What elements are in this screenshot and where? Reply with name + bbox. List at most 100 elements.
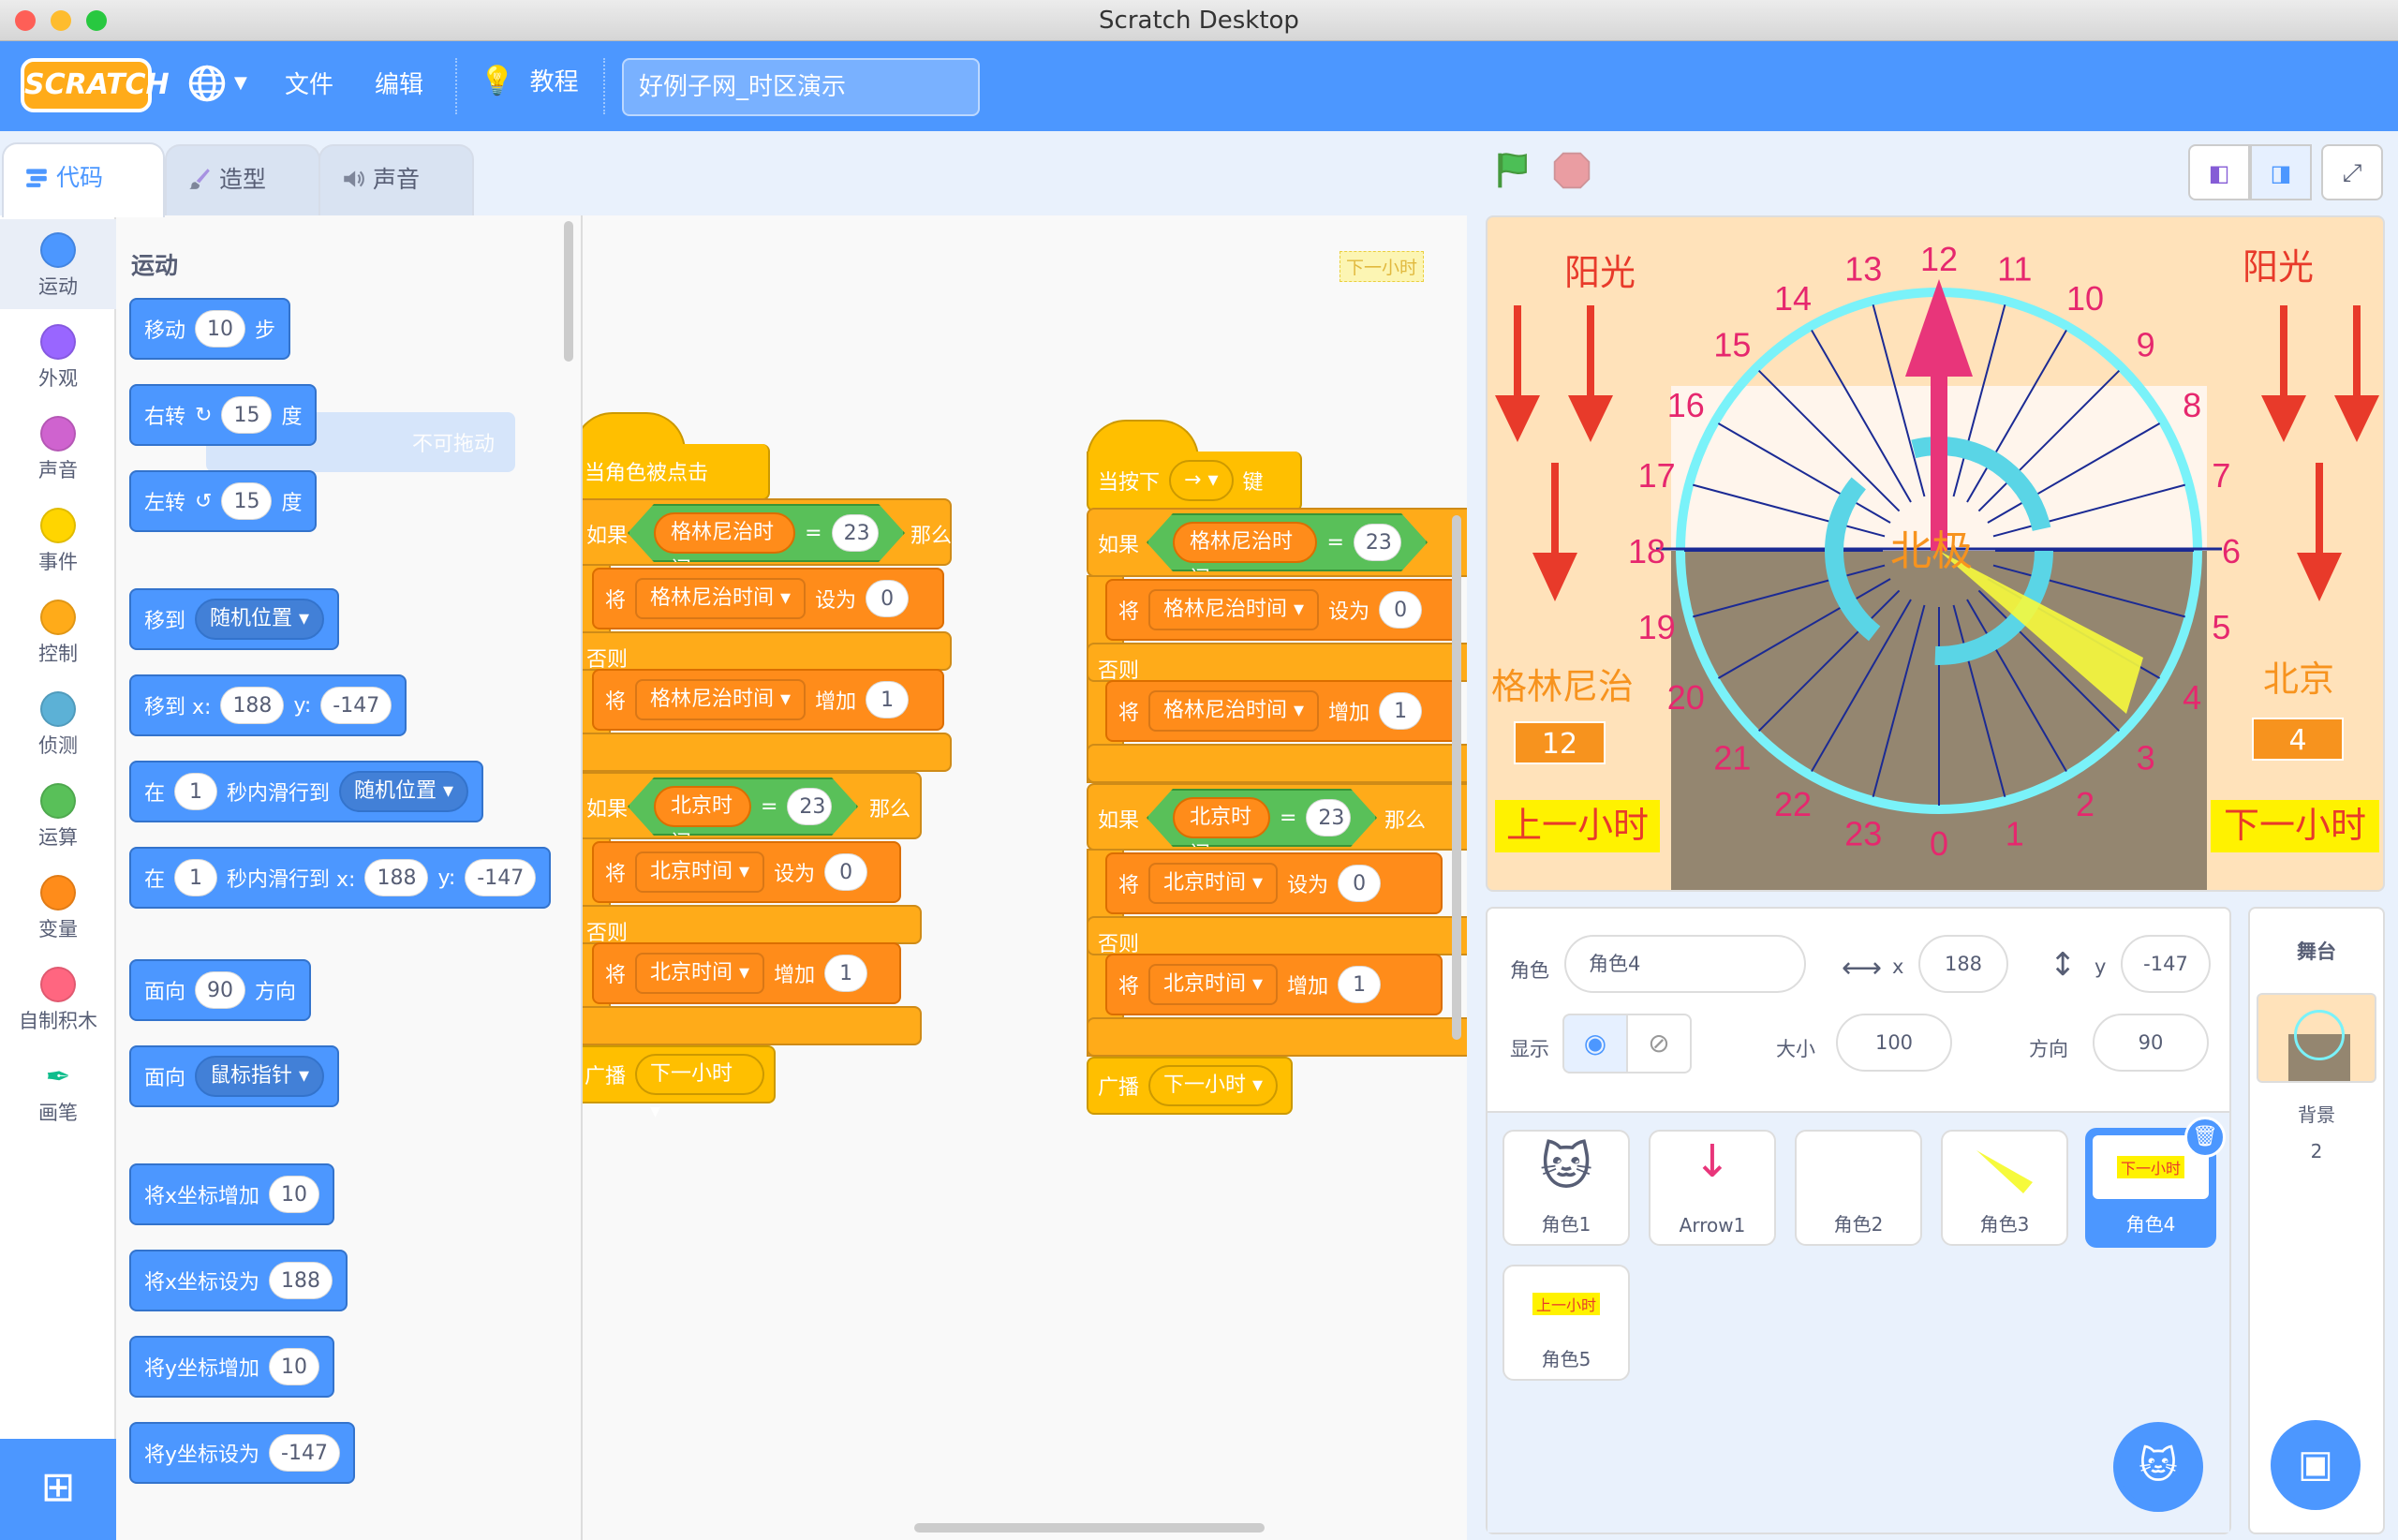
key-dropdown[interactable]: → — [1169, 460, 1234, 501]
direction-input[interactable]: 90 — [2093, 1014, 2209, 1072]
file-menu[interactable]: 文件 — [285, 69, 333, 101]
minimize-window-button[interactable] — [51, 10, 71, 31]
fullscreen-button[interactable]: ⤢ — [2321, 144, 2383, 200]
variable-reporter[interactable]: 北京时间 — [654, 786, 751, 827]
number-input[interactable]: 15 — [221, 396, 273, 434]
tab-sounds[interactable]: 声音 — [318, 144, 474, 215]
value-input[interactable]: 1 — [1379, 692, 1423, 730]
direction-input[interactable]: 90 — [195, 971, 246, 1009]
value-input[interactable]: 1 — [866, 681, 910, 718]
target-dropdown[interactable]: 鼠标指针 — [195, 1056, 325, 1097]
stop-button[interactable] — [1551, 150, 1592, 191]
equals-operator[interactable]: 北京时间 = 23 — [1147, 789, 1377, 847]
sprite-thumb-1[interactable]: 🐱 角色1 — [1502, 1130, 1630, 1246]
variable-dropdown[interactable]: 格林尼治时间 — [635, 679, 807, 720]
equals-operator[interactable]: 格林尼治时间 = 23 — [1147, 513, 1428, 571]
category-control[interactable]: 控制 — [0, 586, 116, 676]
size-input[interactable]: 100 — [1836, 1014, 1952, 1072]
category-operators[interactable]: 运算 — [0, 770, 116, 860]
change-variable-block[interactable]: 将格林尼治时间增加 1 — [592, 669, 944, 731]
workspace-vertical-scrollbar[interactable] — [1452, 515, 1461, 1040]
y-input[interactable]: -147 — [320, 687, 392, 724]
broadcast-block[interactable]: 广播 下一小时 — [583, 1045, 776, 1103]
category-motion[interactable]: 运动 — [0, 219, 116, 309]
palette-scrollbar[interactable] — [564, 221, 573, 362]
show-sprite-button[interactable]: ◉ — [1562, 1014, 1628, 1074]
block-goto-xy[interactable]: 移到 x: 188 y: -147 — [129, 674, 407, 736]
message-dropdown[interactable]: 下一小时 — [635, 1054, 764, 1095]
category-variables[interactable]: 变量 — [0, 862, 116, 952]
number-input[interactable]: 10 — [269, 1176, 320, 1213]
block-set-y[interactable]: 将y坐标设为 -147 — [129, 1422, 355, 1484]
value-input[interactable]: 0 — [866, 580, 910, 617]
block-turn-left[interactable]: 左转 ↺ 15 度 — [129, 470, 318, 532]
tutorials-menu[interactable]: 💡 教程 — [480, 66, 579, 98]
category-my-blocks[interactable]: 自制积木 — [0, 954, 116, 1044]
prev-hour-button[interactable]: 上一小时 — [1495, 800, 1660, 852]
secs-input[interactable]: 1 — [174, 773, 218, 810]
block-glide-xy[interactable]: 在 1 秒内滑行到 x: 188 y: -147 — [129, 847, 552, 909]
green-flag-button[interactable] — [1493, 150, 1534, 191]
sprite-thumb-5-selected[interactable]: 下一小时 角色4 🗑 — [2085, 1117, 2226, 1248]
variable-reporter[interactable]: 格林尼治时间 — [1173, 522, 1317, 563]
block-glide[interactable]: 在 1 秒内滑行到 随机位置 — [129, 761, 484, 822]
x-input[interactable]: 188 — [220, 687, 285, 724]
add-backdrop-button[interactable]: ▣ — [2271, 1420, 2361, 1510]
variable-dropdown[interactable]: 格林尼治时间 — [1148, 589, 1320, 630]
equals-operator[interactable]: 北京时间 = 23 — [628, 777, 858, 836]
script-comment[interactable]: 下一小时 — [1340, 251, 1425, 282]
sprite-thumb-3[interactable]: 角色2 — [1795, 1130, 1922, 1246]
number-input[interactable]: 10 — [195, 310, 246, 348]
zoom-window-button[interactable] — [86, 10, 107, 31]
category-sensing[interactable]: 侦测 — [0, 678, 116, 768]
stage-target-pane[interactable]: 舞台 背景 2 ▣ — [2248, 907, 2385, 1534]
variable-reporter[interactable]: 格林尼治时间 — [654, 512, 795, 554]
edit-menu[interactable]: 编辑 — [375, 69, 423, 101]
set-variable-block[interactable]: 将北京时间设为 0 — [592, 841, 901, 903]
value-input[interactable]: 0 — [1338, 865, 1382, 902]
change-variable-block[interactable]: 将北京时间增加 1 — [1105, 954, 1443, 1015]
workspace-horizontal-scrollbar[interactable] — [914, 1523, 1265, 1533]
add-sprite-button[interactable]: 🐱 — [2113, 1422, 2203, 1512]
number-input[interactable]: -147 — [269, 1434, 340, 1472]
add-extension-button[interactable]: ⊞ — [0, 1439, 116, 1540]
sprite-thumb-2[interactable]: ↓ Arrow1 — [1649, 1130, 1776, 1246]
number-input[interactable]: 23 — [1354, 524, 1401, 561]
secs-input[interactable]: 1 — [174, 859, 218, 896]
value-input[interactable]: 0 — [824, 853, 868, 891]
normal-stage-button[interactable]: ◨ — [2250, 144, 2312, 200]
category-sound[interactable]: 声音 — [0, 403, 116, 493]
number-input[interactable]: 15 — [221, 482, 273, 520]
variable-dropdown[interactable]: 格林尼治时间 — [635, 578, 807, 619]
number-input[interactable]: 23 — [832, 514, 879, 552]
variable-dropdown[interactable]: 北京时间 — [635, 953, 765, 994]
set-variable-block[interactable]: 将格林尼治时间设为 0 — [1105, 579, 1461, 641]
block-point-towards[interactable]: 面向 鼠标指针 — [129, 1045, 340, 1107]
sprite-thumb-4[interactable]: 角色3 — [1941, 1130, 2068, 1246]
value-input[interactable]: 0 — [1379, 591, 1423, 629]
variable-dropdown[interactable]: 格林尼治时间 — [1148, 690, 1320, 732]
value-input[interactable]: 1 — [824, 955, 868, 992]
number-input[interactable]: 23 — [787, 788, 832, 825]
change-variable-block[interactable]: 将格林尼治时间增加 1 — [1105, 680, 1461, 742]
x-position-input[interactable]: 188 — [1918, 935, 2008, 993]
small-stage-button[interactable]: ◧ — [2188, 144, 2250, 200]
script-workspace[interactable]: 下一小时 当角色被点击 如果 格林尼治时间=23 那么 将格林尼治时间设为0 否… — [583, 215, 1467, 1540]
message-dropdown[interactable]: 下一小时 — [1148, 1065, 1279, 1106]
y-input[interactable]: -147 — [465, 859, 537, 896]
variable-dropdown[interactable]: 北京时间 — [635, 851, 765, 893]
language-menu[interactable]: ▼ — [187, 64, 247, 111]
block-change-x[interactable]: 将x坐标增加 10 — [129, 1163, 335, 1225]
number-input[interactable]: 23 — [1306, 799, 1351, 837]
sprite-thumb-6[interactable]: 上一小时 角色5 — [1502, 1265, 1630, 1381]
block-change-y[interactable]: 将y坐标增加 10 — [129, 1336, 335, 1398]
number-input[interactable]: 188 — [269, 1262, 333, 1299]
hide-sprite-button[interactable]: ⊘ — [1626, 1014, 1692, 1074]
stage-canvas[interactable]: 12 11 10 9 8 7 6 5 4 3 2 1 0 23 22 21 20 19 18 17 16 15 14 13 阳… — [1486, 215, 2385, 892]
block-goto[interactable]: 移到 随机位置 — [129, 588, 340, 650]
tab-code[interactable]: 代码 — [2, 142, 165, 217]
sprite-name-input[interactable]: 角色4 — [1564, 935, 1806, 993]
block-set-x[interactable]: 将x坐标设为 188 — [129, 1250, 348, 1311]
delete-sprite-button[interactable]: 🗑 — [2184, 1117, 2226, 1158]
close-window-button[interactable] — [15, 10, 36, 31]
